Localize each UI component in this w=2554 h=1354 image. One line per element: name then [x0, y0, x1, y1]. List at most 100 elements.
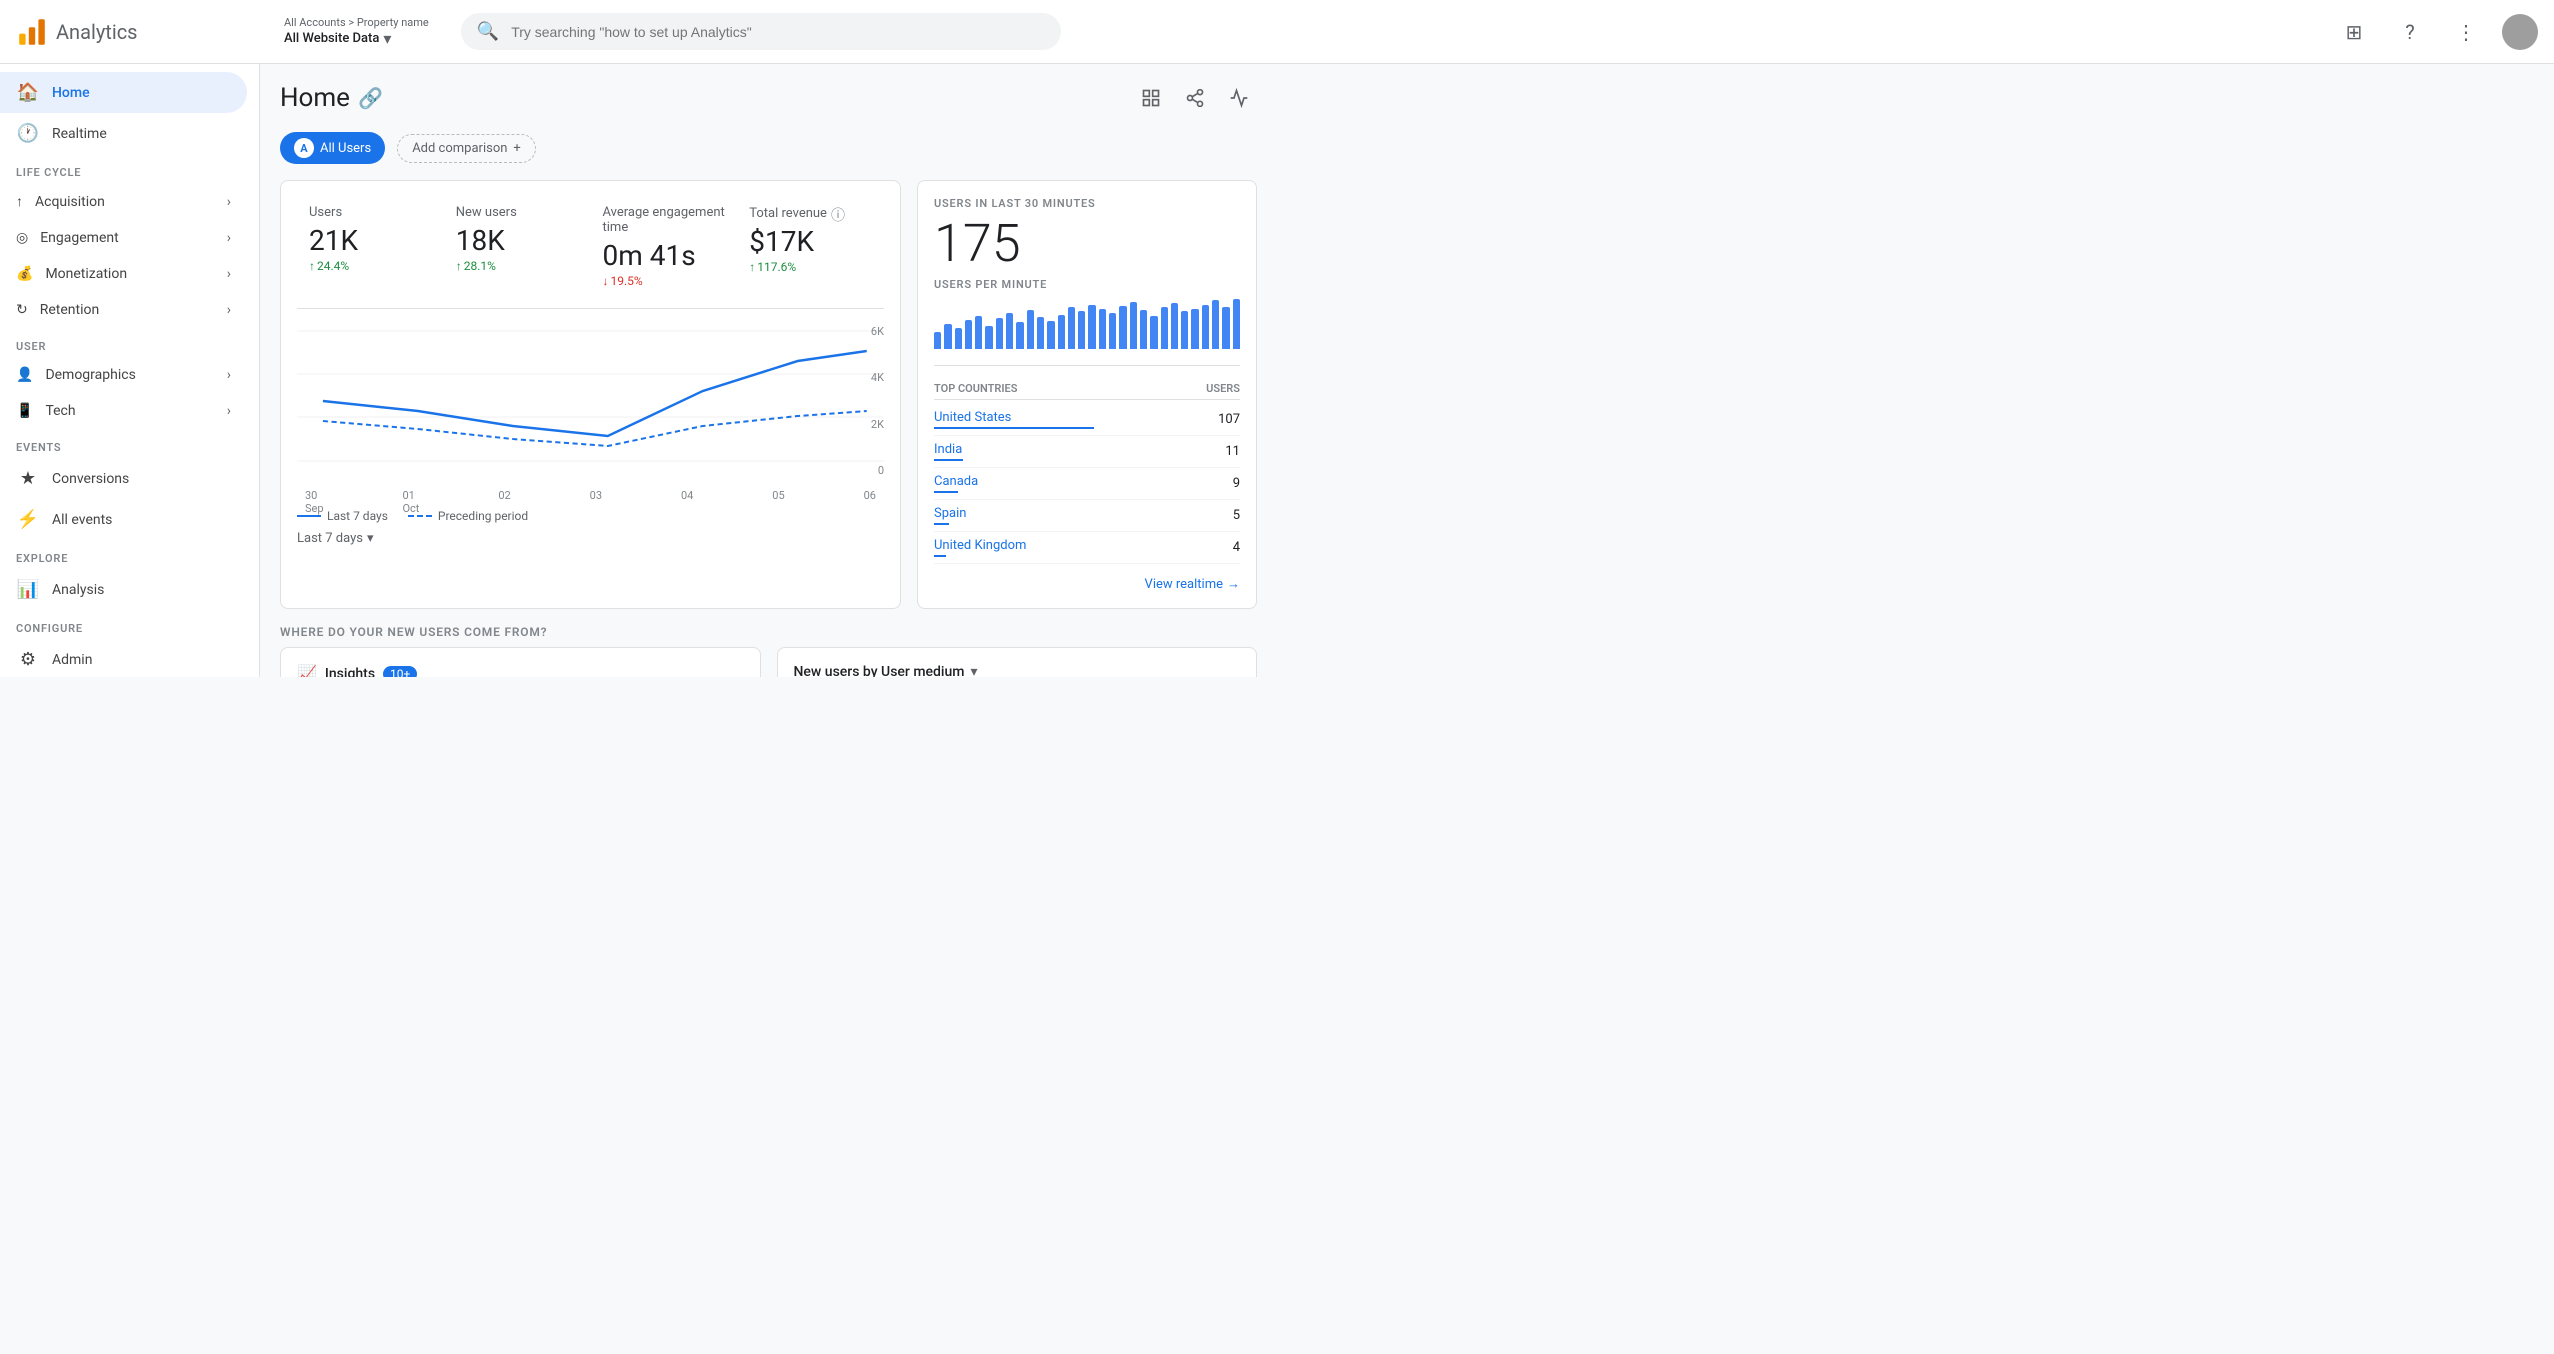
insights-badge: 10+ — [383, 666, 417, 678]
sidebar-item-admin[interactable]: ⚙ Admin — [0, 639, 247, 677]
revenue-help-icon: ⓘ — [831, 205, 845, 225]
country-user-count: 5 — [1233, 508, 1240, 523]
main-content: Home 🔗 A All Users Add — [260, 64, 1277, 677]
users-change: ↑ 24.4% — [309, 259, 432, 273]
per-minute-bar — [1212, 300, 1219, 349]
customize-report-button[interactable] — [1133, 80, 1169, 116]
admin-icon: ⚙ — [16, 649, 40, 670]
arrow-down-icon: ↓ — [603, 274, 609, 288]
engagement-icon: ◎ — [16, 230, 28, 246]
breadcrumb-area: All Accounts > Property name All Website… — [284, 16, 429, 48]
date-filter-selector[interactable]: Last 7 days ▾ — [297, 531, 884, 546]
header: Analytics All Accounts > Property name A… — [0, 0, 2554, 64]
view-realtime-link[interactable]: View realtime → — [934, 576, 1240, 592]
country-user-count: 9 — [1233, 476, 1240, 491]
sidebar-item-tech[interactable]: 📱 Tech › — [0, 393, 247, 429]
add-comparison-button[interactable]: Add comparison + — [397, 134, 536, 163]
arrow-up-icon: ↑ — [456, 259, 462, 273]
chevron-right-icon: › — [227, 302, 231, 318]
country-user-count: 107 — [1218, 412, 1240, 427]
search-bar[interactable]: 🔍 — [461, 13, 1061, 50]
legend-dashed-line — [408, 515, 432, 517]
where-label: WHERE DO YOUR NEW USERS COME FROM? — [280, 625, 1257, 639]
all-users-filter[interactable]: A All Users — [280, 132, 385, 164]
country-row: United States 107 — [934, 404, 1240, 436]
insights-title: Insights — [325, 666, 375, 678]
arrow-up-icon: ↑ — [749, 260, 755, 274]
country-name[interactable]: United Kingdom — [934, 538, 1233, 553]
country-name[interactable]: Canada — [934, 474, 1233, 489]
monetization-icon: 💰 — [16, 266, 33, 282]
logo-text: Analytics — [56, 20, 138, 44]
per-minute-bar — [1202, 305, 1209, 349]
sidebar-item-acquisition[interactable]: ↑ Acquisition › — [0, 183, 247, 220]
country-bar-container — [934, 555, 1233, 557]
per-minute-bar — [985, 326, 992, 349]
page-link-icon[interactable]: 🔗 — [358, 86, 383, 110]
country-bar-container — [934, 491, 1233, 493]
country-bar-container — [934, 523, 1233, 525]
countries-list: United States 107 India 11 Canada 9 Spai… — [934, 404, 1240, 564]
breadcrumb-selector[interactable]: All Website Data ▾ — [284, 29, 429, 48]
apps-icon[interactable]: ⊞ — [2334, 12, 2374, 52]
country-name[interactable]: United States — [934, 410, 1218, 425]
country-row: India 11 — [934, 436, 1240, 468]
chevron-down-icon: ▾ — [383, 29, 391, 48]
country-name[interactable]: India — [934, 442, 1225, 457]
per-minute-bar — [1171, 303, 1178, 349]
chevron-down-icon[interactable]: ▾ — [970, 664, 977, 677]
sidebar-item-demographics[interactable]: 👤 Demographics › — [0, 357, 247, 393]
home-icon: 🏠 — [16, 82, 40, 103]
chevron-right-icon: › — [227, 403, 231, 419]
per-minute-bar — [1099, 309, 1106, 349]
demographics-icon: 👤 — [16, 367, 33, 383]
breadcrumb-top: All Accounts > Property name — [284, 16, 429, 29]
sidebar: 🏠 Home 🕐 Realtime LIFE CYCLE ↑ Acquisiti… — [0, 64, 260, 677]
country-row: United Kingdom 4 — [934, 532, 1240, 564]
search-input[interactable] — [511, 24, 1045, 40]
share-button[interactable] — [1177, 80, 1213, 116]
country-user-count: 4 — [1233, 540, 1240, 555]
more-options-icon[interactable]: ⋮ — [2446, 12, 2486, 52]
per-minute-bar — [944, 324, 951, 349]
country-bar — [934, 427, 1094, 429]
metric-users: Users 21K ↑ 24.4% — [297, 197, 444, 296]
page-title: Home — [280, 83, 350, 113]
per-minute-bar — [1130, 302, 1137, 349]
main-chart-card: Users 21K ↑ 24.4% New users 18K ↑ 28.1% — [280, 180, 901, 609]
sidebar-item-analysis[interactable]: 📊 Analysis — [0, 569, 247, 610]
avatar[interactable] — [2502, 14, 2538, 50]
insights-button[interactable] — [1221, 80, 1257, 116]
per-minute-bar — [1047, 321, 1054, 349]
sidebar-item-conversions[interactable]: ★ Conversions — [0, 458, 247, 499]
sidebar-item-home[interactable]: 🏠 Home — [0, 72, 247, 113]
per-minute-bar — [1140, 310, 1147, 349]
country-bar — [934, 491, 958, 493]
country-user-count: 11 — [1225, 444, 1240, 459]
realtime-card: USERS IN LAST 30 MINUTES 175 USERS PER M… — [917, 180, 1257, 609]
sidebar-item-retention[interactable]: ↻ Retention › — [0, 292, 247, 328]
per-minute-bar — [1006, 313, 1013, 349]
per-minute-bar — [1078, 311, 1085, 349]
per-minute-bar — [1068, 307, 1075, 349]
configure-section-label: CONFIGURE — [0, 610, 259, 639]
country-bar — [934, 459, 963, 461]
sidebar-item-engagement[interactable]: ◎ Engagement › — [0, 220, 247, 256]
arrow-up-icon: ↑ — [309, 259, 315, 273]
y-axis-labels: 6K 4K 2K 0 — [871, 321, 884, 481]
legend-solid-line — [297, 515, 321, 517]
per-minute-bar — [1191, 309, 1198, 349]
per-minute-bar — [965, 320, 972, 349]
sidebar-item-all-events[interactable]: ⚡ All events — [0, 499, 247, 540]
help-icon[interactable]: ? — [2390, 12, 2430, 52]
chart-area: 6K 4K 2K 0 — [297, 321, 884, 501]
sidebar-item-realtime[interactable]: 🕐 Realtime — [0, 113, 247, 154]
country-name[interactable]: Spain — [934, 506, 1233, 521]
logo-area: Analytics — [16, 16, 276, 48]
insights-chart-icon: 📈 — [297, 664, 317, 677]
engagement-change: ↓ 19.5% — [603, 274, 726, 288]
sidebar-item-monetization[interactable]: 💰 Monetization › — [0, 256, 247, 292]
conversions-icon: ★ — [16, 468, 40, 489]
where-new-users-section: WHERE DO YOUR NEW USERS COME FROM? — [280, 625, 1257, 639]
new-users-by-medium-header: New users by User medium ▾ — [794, 664, 1241, 677]
